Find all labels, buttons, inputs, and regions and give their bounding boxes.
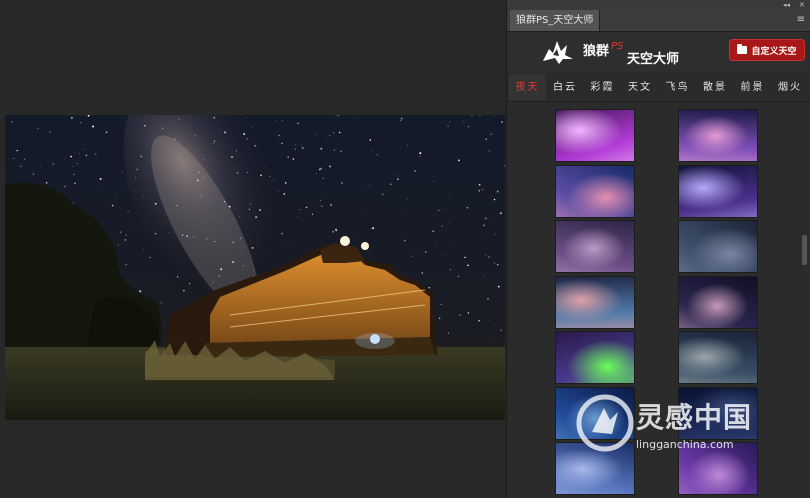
collapse-icon[interactable]: ◂◂ [783, 0, 790, 10]
category-tabs: 夜天 白云 彩霞 天文 飞鸟 散景 前景 烟火 [507, 74, 810, 102]
panel-tabbar: 狼群PS_天空大师 ≡ [507, 10, 810, 32]
sky-thumbnail-aurora-dusk[interactable] [555, 275, 635, 329]
category-tab[interactable]: 彩霞 [584, 74, 621, 101]
document-photo-night-train[interactable] [5, 115, 505, 420]
category-tab[interactable]: 夜天 [509, 74, 546, 101]
sky-thumbnail-milkyway-arch[interactable] [678, 331, 758, 384]
wolf-logo-icon [543, 41, 573, 64]
sky-thumbnail-night-clouds-blue[interactable] [555, 164, 635, 218]
sky-thumbnail-starfield-blue[interactable] [555, 442, 635, 495]
sky-thumbnail-lightning-dusk[interactable] [678, 220, 758, 273]
sky-thumbnail-aurora-green[interactable] [555, 331, 635, 384]
sky-thumbnail-milkyway-violet[interactable] [678, 109, 758, 162]
canvas-area [0, 0, 506, 498]
sky-thumbnail-milkyway-dark[interactable] [678, 275, 758, 329]
sky-master-panel: ◂◂ ✕ 狼群PS_天空大师 ≡ 狼群 PS 天空大师 自定义天空 夜天 白云 彩霞… [506, 0, 810, 498]
scrollbar-thumb[interactable] [802, 235, 807, 265]
folder-icon [737, 44, 748, 54]
category-tab[interactable]: 白云 [547, 74, 584, 101]
logo-ps: PS [611, 41, 624, 52]
sky-thumbnail-starfield-purple[interactable] [678, 442, 758, 495]
category-tab[interactable]: 天文 [622, 74, 659, 101]
close-icon[interactable]: ✕ [799, 0, 805, 10]
category-tab[interactable]: 前景 [734, 74, 771, 101]
custom-sky-button[interactable]: 自定义天空 [729, 39, 805, 61]
sky-thumbnail-aurora-purple[interactable] [555, 109, 635, 162]
sky-thumbnail-grid [507, 103, 799, 498]
sky-thumbnail-night-city[interactable] [678, 386, 758, 440]
panel-menu-icon[interactable]: ≡ [797, 14, 805, 26]
panel-tab[interactable]: 狼群PS_天空大师 [510, 10, 601, 31]
category-tab[interactable]: 飞鸟 [659, 74, 696, 101]
logo-title: 狼群 [583, 44, 610, 59]
photo-image [5, 115, 505, 420]
logo-subtitle: 天空大师 [627, 52, 680, 67]
sky-thumbnail-lightning-purple[interactable] [555, 220, 635, 273]
thumbnail-scrollbar[interactable] [801, 103, 809, 498]
custom-sky-button-label: 自定义天空 [751, 46, 797, 57]
category-tab[interactable]: 散景 [697, 74, 734, 101]
panel-header: 狼群 PS 天空大师 自定义天空 [507, 32, 810, 72]
sky-thumbnail-night-blue[interactable] [555, 386, 635, 440]
category-tab[interactable]: 烟火 [772, 74, 809, 101]
sky-thumbnail-lightning-clouds[interactable] [678, 164, 758, 218]
